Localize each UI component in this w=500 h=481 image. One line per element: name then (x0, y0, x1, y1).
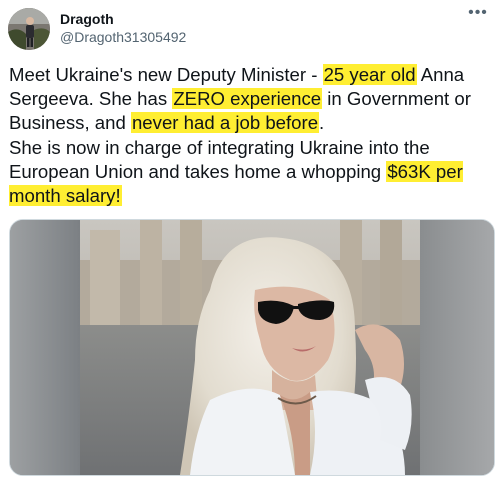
tweet-text-part: She is now in charge of integrating Ukra… (9, 136, 430, 182)
more-horizontal-icon[interactable]: ••• (466, 5, 490, 24)
highlighted-text: 25 year old (322, 64, 417, 85)
highlighted-text: ZERO experience (172, 88, 323, 110)
tweet-text: Meet Ukraine's new Deputy Minister - 25 … (9, 63, 495, 208)
user-handle[interactable]: @Dragoth31305492 (60, 28, 186, 46)
highlighted-text: never had a job before (130, 112, 320, 134)
tweet-photo[interactable] (9, 219, 495, 476)
tweet-header: Dragoth @Dragoth31305492 ••• (8, 5, 492, 50)
display-name[interactable]: Dragoth (60, 11, 186, 28)
tweet-text-part: Meet Ukraine's new Deputy Minister - (9, 64, 323, 85)
tweet-card: Dragoth @Dragoth31305492 ••• Meet Ukrain… (0, 0, 500, 481)
avatar[interactable] (8, 8, 50, 50)
tweet-text-part: . (319, 112, 325, 134)
